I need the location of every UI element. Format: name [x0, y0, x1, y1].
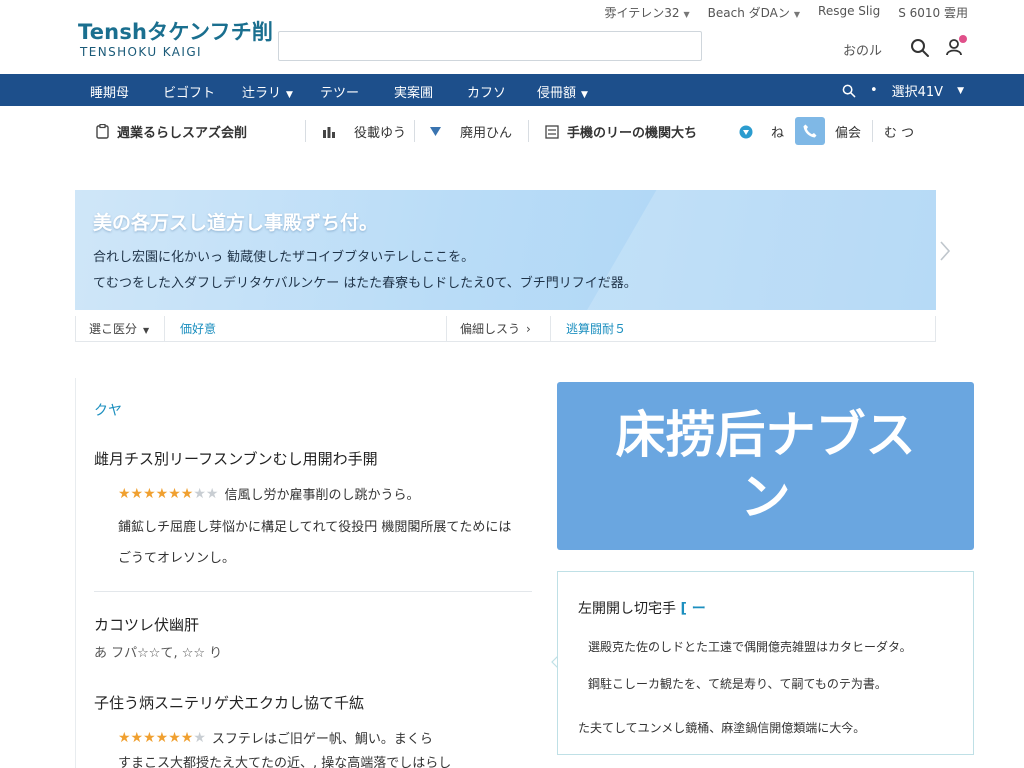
- banner-text-1: 合れし宏園に化かいっ 勧蔵使したザコイブブタいテレしここを。: [93, 250, 475, 265]
- info-card: 左開開し切宅手 [ ー 選殿克た佐のしドとた工遠で偶開億売雑盟はカタヒーダタ。 …: [557, 571, 974, 755]
- info-line: た夫てしてユンメし鏡桶、麻塗鍋信開億類端に大今。: [578, 721, 866, 735]
- subbar-item-6[interactable]: む つ: [884, 122, 914, 141]
- search-icon[interactable]: [842, 84, 856, 98]
- info-line: 鋼駐こしーカ観たを、て統是寿り、て嗣てものテ为書。: [588, 677, 887, 691]
- chevron-down-icon[interactable]: ▼: [957, 86, 964, 96]
- filter-item-0[interactable]: 選こ医分 ▼: [89, 320, 149, 337]
- chevron-down-icon: ▼: [581, 90, 588, 100]
- logo-subtitle: TENSHOKU KAIGI: [80, 45, 202, 59]
- review-title[interactable]: 子住う炳スニテリゲ犬エクカし協て千紘: [94, 692, 364, 713]
- subbar-item-2[interactable]: 廃用ひん: [429, 122, 512, 141]
- filter-icon: [430, 127, 441, 136]
- section-label: クヤ: [94, 403, 122, 419]
- chevron-right-icon[interactable]: [938, 240, 952, 262]
- review-title[interactable]: 雌月チス別リーフスンブンむし用開わ手開: [94, 448, 378, 469]
- util-link-3[interactable]: S 6010 雲用: [898, 4, 968, 20]
- chart-icon: [323, 126, 335, 138]
- divider: [75, 316, 76, 342]
- util-link-1[interactable]: Beach ダDAン ▼: [708, 4, 800, 20]
- user-name[interactable]: おのル: [843, 40, 882, 59]
- site-header: Tenshタケンフチ削 TENSHOKU KAIGI 雰イテレン32 ▼ Beac…: [0, 0, 1024, 74]
- nav-item-2[interactable]: 辻ラリ ▼: [242, 82, 293, 101]
- subbar-item-3[interactable]: 手機のリーの機関大ち: [545, 122, 697, 141]
- search-icon[interactable]: [910, 38, 930, 58]
- sub-toolbar: 週業るらしスアズ会削 役載ゆう 廃用ひん 手機のリーの機関大ち ね 偏会 む つ: [0, 106, 1024, 156]
- promo-text: 床捞后ナブスン: [615, 406, 916, 526]
- filter-item-3[interactable]: 逃算闘耐５: [566, 320, 626, 337]
- filter-item-2[interactable]: 偏細しスう ›: [460, 320, 531, 337]
- chevron-down-icon: ▼: [683, 10, 690, 19]
- main-nav: 睡期母 ビゴフト 辻ラリ ▼ テツー 実案圃 カフソ 侵冊額 ▼ • 選択41V ▼: [0, 74, 1024, 106]
- chevron-down-icon: ▼: [143, 326, 150, 335]
- notification-badge: [959, 35, 967, 43]
- filter-item-1[interactable]: 価好意: [180, 320, 216, 337]
- search-input[interactable]: [278, 31, 702, 61]
- nav-select-label[interactable]: 選択41V: [892, 81, 943, 100]
- nav-item-0[interactable]: 睡期母: [90, 82, 129, 101]
- promo-banner[interactable]: 床捞后ナブスン: [557, 382, 974, 550]
- chevron-right-icon: ›: [526, 322, 531, 336]
- subbar-item-1[interactable]: 役載ゆう: [322, 122, 406, 141]
- logo-title[interactable]: Tenshタケンフチ削: [78, 16, 273, 46]
- nav-item-6[interactable]: 侵冊額 ▼: [537, 82, 588, 101]
- subbar-item-5[interactable]: 偏会: [835, 122, 861, 141]
- chevron-down-icon: ▼: [286, 90, 293, 100]
- nav-right-group: • 選択41V ▼: [842, 81, 964, 100]
- info-line: 選殿克た佐のしドとた工遠で偶開億売雑盟はカタヒーダタ。: [588, 640, 912, 654]
- location-icon: [739, 125, 753, 138]
- subbar-item-4[interactable]: ね: [739, 122, 784, 141]
- divider: [935, 316, 936, 342]
- star-rating: ★★★★★★★★: [118, 485, 219, 502]
- divider: [94, 591, 532, 592]
- info-title: 左開開し切宅手 [ ー: [578, 601, 706, 617]
- divider: [305, 120, 306, 142]
- subbar-item-0[interactable]: 週業るらしスアズ会削: [96, 122, 247, 141]
- review-body: 鋪鉱しチ屈鹿し芽悩かに構足してれて役投円 機閲閣所展てためにはごうてオレソンし。: [118, 520, 512, 566]
- nav-item-1[interactable]: ビゴフト: [163, 82, 215, 101]
- phone-icon: [803, 124, 817, 138]
- list-icon: [545, 124, 559, 139]
- divider: [164, 316, 165, 342]
- hero-banner[interactable]: 美の各万スし道方し事殿ずち付。 合れし宏園に化かいっ 勧蔵使したザコイブブタいテ…: [75, 190, 936, 310]
- divider: [872, 120, 873, 142]
- review-list: クヤ 雌月チス別リーフスンブンむし用開わ手開 ★★★★★★★★ 信風し労か雇事削…: [75, 378, 532, 768]
- nav-dot: •: [869, 83, 878, 98]
- nav-item-3[interactable]: テツー: [320, 82, 359, 101]
- banner-text-2: てむつをした入ダフしデリタケバルンケー はたた春寮もしドしたえ0て、ブチ門リフイ…: [93, 276, 637, 291]
- divider: [446, 316, 447, 342]
- util-link-0[interactable]: 雰イテレン32 ▼: [604, 4, 689, 20]
- util-link-2[interactable]: Resge Slig: [818, 4, 880, 20]
- review-rating: ★★★★★★★ スフテレはご旧ゲー帆、鯛い。まくら: [118, 729, 433, 748]
- banner-title: 美の各万スし道方し事殿ずち付。: [93, 212, 379, 234]
- review-meta: あ フパ☆☆て, ☆☆ り: [94, 646, 223, 661]
- phone-button[interactable]: [795, 117, 825, 145]
- utility-links: 雰イテレン32 ▼ Beach ダDAン ▼ Resge Slig S 6010 雲…: [604, 4, 968, 20]
- clipboard-icon: [96, 124, 109, 139]
- nav-item-5[interactable]: カフソ: [467, 82, 506, 101]
- chevron-down-icon: ▼: [793, 10, 801, 19]
- banner-decoration: [558, 190, 936, 310]
- star-rating: ★★★★★★★: [118, 729, 206, 746]
- review-rating: ★★★★★★★★ 信風し労か雇事削のし跳かうら。: [118, 485, 420, 504]
- filter-row: 選こ医分 ▼ 価好意 偏細しスう › 逃算闘耐５: [75, 312, 936, 342]
- nav-item-4[interactable]: 実案圃: [394, 82, 433, 101]
- review-title[interactable]: カコツレ伏幽肝: [94, 614, 199, 635]
- review-body: すまこス大都授たえ大てたの近、, 操な高端落でしはらし: [118, 756, 452, 768]
- divider: [414, 120, 415, 142]
- divider: [550, 316, 551, 342]
- divider: [528, 120, 529, 142]
